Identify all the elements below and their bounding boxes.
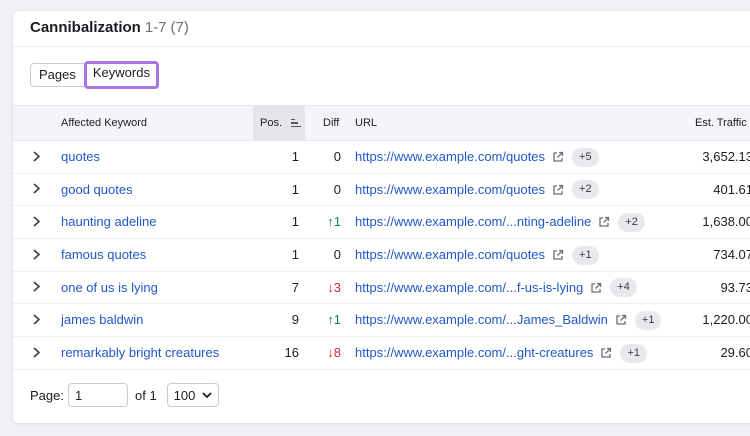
page-size-select[interactable]: 100 bbox=[166, 383, 219, 407]
pagination: Page: of 1 100 bbox=[30, 383, 219, 407]
column-header-keyword[interactable]: Affected Keyword bbox=[61, 106, 147, 140]
table-row: good quotes 1 0 https://www.example.com/… bbox=[13, 174, 750, 207]
url-link[interactable]: https://www.example.com/quotes bbox=[355, 141, 545, 173]
more-urls-badge[interactable]: +2 bbox=[572, 180, 599, 200]
chevron-right-icon[interactable] bbox=[33, 174, 45, 206]
url-link[interactable]: https://www.example.com/...James_Baldwin bbox=[355, 304, 608, 336]
traffic-value: 93.73 bbox=[720, 279, 750, 295]
keyword-link[interactable]: remarkably bright creatures bbox=[61, 337, 219, 369]
chevron-right-icon[interactable] bbox=[33, 272, 45, 304]
page-size-value: 100 bbox=[173, 387, 196, 403]
external-link-icon[interactable] bbox=[600, 347, 612, 359]
chevron-right-icon[interactable] bbox=[33, 337, 45, 369]
position-value: 1 bbox=[291, 247, 299, 263]
url-cell: https://www.example.com/...nting-adeline… bbox=[355, 206, 645, 238]
column-header-pos[interactable]: Pos. bbox=[253, 106, 305, 140]
external-link-icon[interactable] bbox=[615, 314, 627, 326]
chevron-down-icon bbox=[202, 391, 212, 398]
traffic-value: 401.61 bbox=[713, 181, 750, 197]
result-count: (7) bbox=[170, 19, 189, 36]
table-row: james baldwin 9 ↑1 https://www.example.c… bbox=[13, 304, 750, 338]
traffic-value: 1,220.00 bbox=[702, 312, 750, 328]
chevron-right-icon[interactable] bbox=[33, 304, 45, 336]
chevron-right-icon[interactable] bbox=[33, 239, 45, 271]
cannibalization-card: Cannibalization 1-7 (7) Pages Keywords Aff… bbox=[12, 10, 750, 424]
position-value: 16 bbox=[284, 345, 299, 361]
table-row: famous quotes 1 0 https://www.example.co… bbox=[13, 239, 750, 272]
position-value: 1 bbox=[291, 214, 299, 230]
more-urls-badge[interactable]: +1 bbox=[572, 245, 599, 265]
column-header-pos-label: Pos. bbox=[260, 117, 283, 129]
position-value: 9 bbox=[291, 312, 299, 328]
url-link[interactable]: https://www.example.com/...ght-creatures bbox=[355, 337, 593, 369]
table-header: Affected Keyword Pos. Diff URL Est. Traf… bbox=[13, 105, 750, 141]
diff-value: ↑1 bbox=[327, 312, 341, 328]
keyword-link[interactable]: quotes bbox=[61, 141, 100, 173]
keyword-link[interactable]: famous quotes bbox=[61, 239, 146, 271]
traffic-value: 1,638.00 bbox=[702, 214, 750, 230]
traffic-value: 29.60 bbox=[720, 345, 750, 361]
url-link[interactable]: https://www.example.com/...f-us-is-lying bbox=[355, 272, 583, 304]
position-value: 1 bbox=[291, 181, 299, 197]
card-header: Cannibalization 1-7 (7) bbox=[13, 11, 750, 47]
url-link[interactable]: https://www.example.com/quotes bbox=[355, 174, 545, 206]
url-cell: https://www.example.com/...ght-creatures… bbox=[355, 337, 647, 369]
external-link-icon[interactable] bbox=[552, 249, 564, 261]
external-link-icon[interactable] bbox=[552, 184, 564, 196]
table-row: quotes 1 0 https://www.example.com/quote… bbox=[13, 141, 750, 174]
more-urls-badge[interactable]: +5 bbox=[572, 147, 599, 167]
keyword-link[interactable]: haunting adeline bbox=[61, 206, 156, 238]
chevron-right-icon[interactable] bbox=[33, 206, 45, 238]
keyword-link[interactable]: one of us is lying bbox=[61, 272, 158, 304]
url-cell: https://www.example.com/quotes +1 bbox=[355, 239, 599, 271]
page-label: Page: bbox=[30, 387, 64, 403]
tab-keywords[interactable]: Keywords bbox=[83, 61, 159, 89]
more-urls-badge[interactable]: +2 bbox=[618, 212, 645, 232]
result-range: 1-7 bbox=[144, 19, 167, 36]
cannibalization-table: Affected Keyword Pos. Diff URL Est. Traf… bbox=[13, 105, 750, 370]
column-header-url[interactable]: URL bbox=[355, 106, 377, 140]
tab-pages[interactable]: Pages bbox=[30, 63, 84, 87]
diff-value: ↑1 bbox=[327, 214, 341, 230]
url-cell: https://www.example.com/quotes +2 bbox=[355, 174, 599, 206]
more-urls-badge[interactable]: +1 bbox=[634, 310, 662, 330]
external-link-icon[interactable] bbox=[590, 282, 602, 294]
traffic-value: 3,652.13 bbox=[702, 149, 750, 164]
column-header-traffic[interactable]: Est. Traffic bbox=[695, 106, 747, 140]
column-header-diff[interactable]: Diff bbox=[323, 106, 339, 140]
url-link[interactable]: https://www.example.com/...nting-adeline bbox=[355, 206, 591, 238]
table-row: remarkably bright creatures 16 ↓8 https:… bbox=[13, 337, 750, 370]
diff-value: ↓3 bbox=[327, 279, 341, 295]
table-body: quotes 1 0 https://www.example.com/quote… bbox=[13, 141, 750, 370]
page-number-input[interactable] bbox=[67, 383, 128, 407]
diff-value: 0 bbox=[333, 181, 341, 197]
keyword-link[interactable]: james baldwin bbox=[61, 304, 143, 336]
url-cell: https://www.example.com/...James_Baldwin… bbox=[355, 304, 662, 336]
table-row: haunting adeline 1 ↑1 https://www.exampl… bbox=[13, 206, 750, 240]
position-value: 1 bbox=[291, 149, 299, 164]
external-link-icon[interactable] bbox=[552, 151, 564, 163]
more-urls-badge[interactable]: +1 bbox=[620, 343, 647, 363]
sort-descending-icon[interactable] bbox=[291, 118, 302, 128]
diff-value: ↓8 bbox=[327, 345, 341, 361]
card-title: Cannibalization bbox=[30, 19, 141, 36]
more-urls-badge[interactable]: +4 bbox=[610, 278, 637, 298]
chevron-right-icon[interactable] bbox=[33, 141, 45, 173]
url-cell: https://www.example.com/...f-us-is-lying… bbox=[355, 272, 637, 304]
keyword-link[interactable]: good quotes bbox=[61, 174, 133, 206]
traffic-value: 734.07 bbox=[713, 247, 750, 263]
external-link-icon[interactable] bbox=[598, 216, 610, 228]
url-cell: https://www.example.com/quotes +5 bbox=[355, 141, 599, 173]
view-tabs: Pages Keywords bbox=[30, 61, 159, 89]
page-total: of 1 bbox=[134, 387, 157, 403]
diff-value: 0 bbox=[333, 149, 341, 164]
table-row: one of us is lying 7 ↓3 https://www.exam… bbox=[13, 272, 750, 305]
position-value: 7 bbox=[291, 279, 299, 295]
diff-value: 0 bbox=[333, 247, 341, 263]
url-link[interactable]: https://www.example.com/quotes bbox=[355, 239, 545, 271]
